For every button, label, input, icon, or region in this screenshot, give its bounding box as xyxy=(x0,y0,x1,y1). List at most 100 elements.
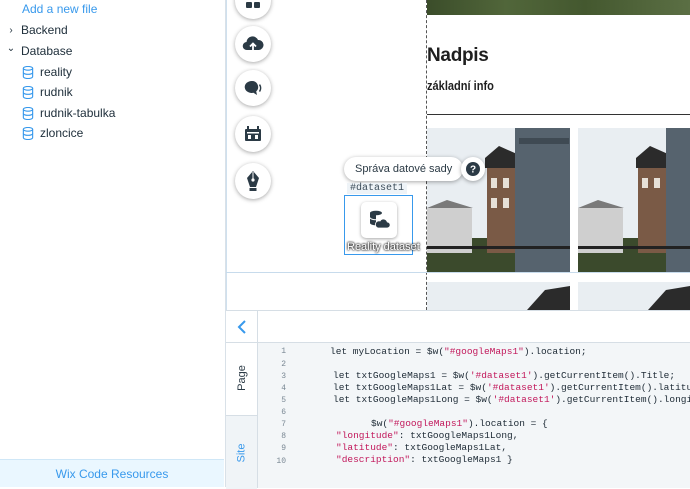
dataset-label: Reality dataset xyxy=(347,241,420,253)
code-line: let txtGoogleMaps1 = $w('#dataset1').get… xyxy=(333,370,675,381)
upload-button[interactable] xyxy=(235,26,271,62)
building-photo xyxy=(427,128,570,272)
code-line: let txtGoogleMaps1Long = $w('#dataset1')… xyxy=(333,394,690,405)
line-number: 7 xyxy=(281,420,286,429)
code-token: ).getCurrentItem().latitude; xyxy=(549,382,690,393)
collection-item-rudnik[interactable]: rudnik xyxy=(0,82,224,102)
page-subheading[interactable]: základní info xyxy=(427,78,494,93)
code-token: let txtGoogleMaps1Lat = $w( xyxy=(333,382,487,393)
code-line: "longitude": txtGoogleMaps1Long, xyxy=(336,430,518,441)
code-token: ).location = { xyxy=(467,418,548,429)
manage-dataset-tooltip[interactable]: Správa datové sady xyxy=(344,157,464,181)
line-number: 1 xyxy=(281,347,286,356)
help-icon: ? xyxy=(466,162,480,176)
code-string: '#dataset1' xyxy=(469,370,533,381)
pen-icon xyxy=(247,171,259,191)
building-photo xyxy=(578,282,690,310)
line-number: 6 xyxy=(281,408,286,417)
code-line: let myLocation = $w("#googleMaps1").loca… xyxy=(330,346,587,357)
dataset-id-label: #dataset1 xyxy=(347,183,408,194)
back-button[interactable] xyxy=(226,311,258,342)
dataset-element[interactable]: Reality dataset xyxy=(344,195,420,255)
gallery-photo[interactable] xyxy=(578,128,690,272)
tree-item-label: rudnik xyxy=(40,85,73,99)
collection-item-reality[interactable]: reality xyxy=(0,62,224,82)
add-new-file-link[interactable]: Add a new file xyxy=(22,2,97,16)
code-panel-header xyxy=(226,311,690,343)
tree-item-label: reality xyxy=(40,65,73,79)
collection-item-zloncice[interactable]: zloncice xyxy=(0,123,224,143)
code-string: "#googleMaps1" xyxy=(444,346,524,357)
section-divider xyxy=(226,272,690,273)
dataset-icon-tile xyxy=(361,202,397,238)
help-glyph: ? xyxy=(470,165,476,176)
code-token: ).getCurrentItem().longitude; xyxy=(555,394,690,405)
wix-code-resources-button[interactable]: Wix Code Resources xyxy=(0,459,224,487)
chevron-left-icon xyxy=(237,319,246,334)
code-token: : txtGoogleMaps1Long, xyxy=(398,430,519,441)
line-number: 8 xyxy=(281,432,286,441)
chevron-down-icon: ⌄ xyxy=(6,43,16,54)
line-number: 3 xyxy=(281,372,286,381)
code-string: '#dataset1' xyxy=(486,382,550,393)
code-string: '#dataset1' xyxy=(492,394,556,405)
gallery-photo[interactable] xyxy=(427,128,570,272)
code-string: "#googleMaps1" xyxy=(388,418,468,429)
code-line: "description": txtGoogleMaps1 } xyxy=(336,454,513,465)
header-image-strip xyxy=(427,0,690,15)
file-tree-panel: Add a new file › Backend ⌄ Database real… xyxy=(0,0,226,487)
chevron-right-icon: › xyxy=(9,24,13,36)
database-icon xyxy=(22,126,34,140)
canvas-gridline xyxy=(226,0,227,310)
code-token: ).getCurrentItem().Title; xyxy=(532,370,676,381)
chat-button[interactable] xyxy=(235,70,271,106)
help-button[interactable]: ? xyxy=(461,157,485,181)
gallery-photo[interactable] xyxy=(427,282,570,310)
store-button[interactable] xyxy=(235,116,271,152)
code-line: let txtGoogleMaps1Lat = $w('#dataset1').… xyxy=(333,382,690,393)
code-token: let txtGoogleMaps1 = $w( xyxy=(333,370,470,381)
line-number: 10 xyxy=(276,457,286,466)
tree-item-label: zloncice xyxy=(40,126,84,140)
chat-icon xyxy=(244,80,262,95)
store-icon xyxy=(245,126,261,141)
apps-button[interactable] xyxy=(235,0,271,19)
code-editor[interactable]: 1 2 3 4 5 6 7 8 9 10 let myLocation = $w… xyxy=(226,343,690,473)
editor-canvas[interactable]: Nadpis základní info Správa datové sady … xyxy=(226,0,690,310)
tree-item-backend[interactable]: › Backend xyxy=(0,20,224,40)
building-photo xyxy=(427,282,570,310)
tree-item-label: Backend xyxy=(21,23,68,37)
code-string: "description" xyxy=(336,454,411,465)
code-token: : txtGoogleMaps1Lat, xyxy=(393,442,508,453)
code-token: : txtGoogleMaps1 } xyxy=(410,454,513,465)
line-number: 2 xyxy=(281,360,286,369)
database-icon xyxy=(22,85,34,99)
page-heading[interactable]: Nadpis xyxy=(427,45,489,67)
line-number: 4 xyxy=(281,384,286,393)
tree-item-label: Database xyxy=(21,44,73,58)
line-number: 9 xyxy=(281,444,286,453)
building-photo xyxy=(578,128,690,272)
line-gutter: 1 2 3 4 5 6 7 8 9 10 xyxy=(258,343,288,473)
pen-button[interactable] xyxy=(235,163,271,199)
collection-item-rudnik-tabulka[interactable]: rudnik-tabulka xyxy=(0,103,224,123)
database-cloud-icon xyxy=(369,210,390,229)
heading-divider xyxy=(427,114,690,115)
gallery-photo[interactable] xyxy=(578,282,690,310)
apps-icon xyxy=(246,2,260,8)
tree-item-label: rudnik-tabulka xyxy=(40,106,116,120)
database-icon xyxy=(22,106,34,120)
tree-item-database[interactable]: ⌄ Database xyxy=(0,41,224,61)
upload-icon xyxy=(242,36,264,52)
code-panel: Page Site 1 2 3 4 5 6 7 8 9 10 let myLoc… xyxy=(226,310,690,489)
database-icon xyxy=(22,65,34,79)
code-string: "latitude" xyxy=(336,442,394,453)
code-token: let txtGoogleMaps1Long = $w( xyxy=(333,394,493,405)
code-line: "latitude": txtGoogleMaps1Lat, xyxy=(336,442,507,453)
line-number: 5 xyxy=(281,396,286,405)
code-token: $w( xyxy=(371,418,389,429)
code-token: ).location; xyxy=(523,346,587,357)
code-token: let myLocation = $w( xyxy=(330,346,445,357)
code-line: $w("#googleMaps1").location = { xyxy=(371,418,548,429)
code-string: "longitude" xyxy=(336,430,399,441)
